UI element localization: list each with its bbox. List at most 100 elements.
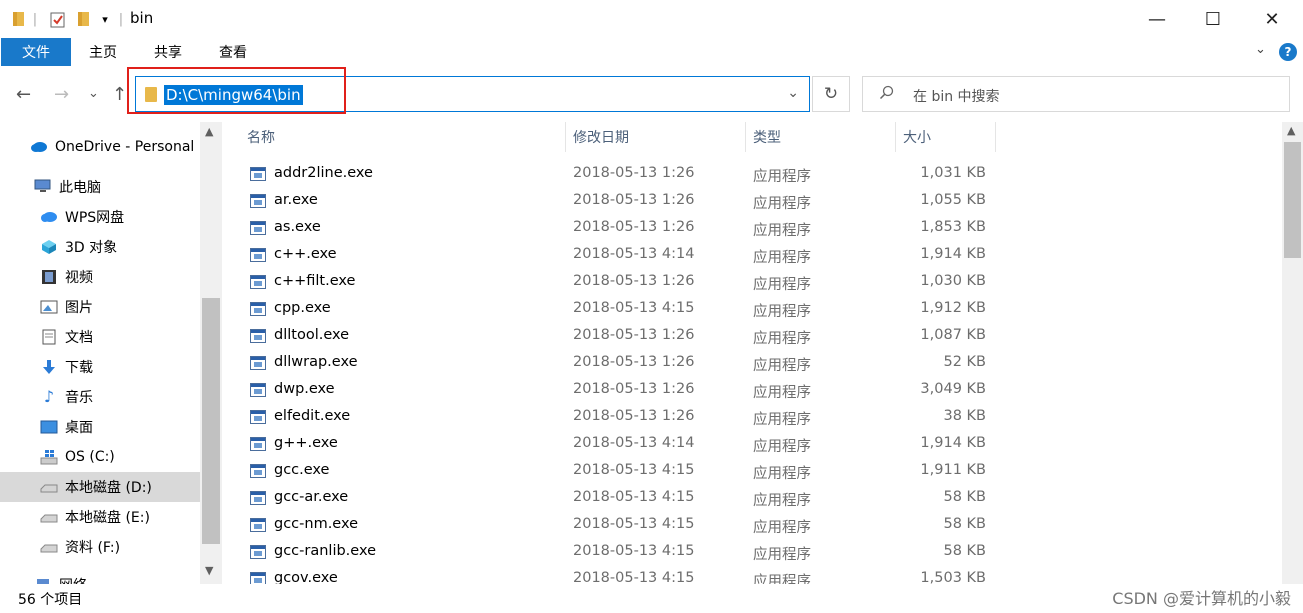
sidebar-item-pictures[interactable]: 图片 [40,292,222,322]
cube-icon [40,239,58,255]
exe-file-icon [250,518,266,532]
file-size: 38 KB [943,408,986,424]
status-bar: 56 个项目 CSDN @爱计算机的小毅 [0,584,1303,613]
exe-file-icon [250,356,266,370]
expand-ribbon-chevron-icon[interactable]: ⌄ [1255,42,1266,57]
file-list-scrollbar-thumb[interactable] [1284,142,1301,258]
tab-file[interactable]: 文件 [1,38,71,66]
sidebar-item-onedrive[interactable]: OneDrive - Personal [30,132,222,162]
sidebar-item-music[interactable]: ♪ 音乐 [40,382,222,412]
sidebar-scrollbar[interactable]: ▲ ▼ [200,122,222,584]
file-date: 2018-05-13 4:15 [573,516,695,532]
file-date: 2018-05-13 1:26 [573,381,695,397]
drive-icon [40,479,58,495]
minimize-button[interactable]: — [1128,0,1186,38]
sidebar-item-e-drive[interactable]: 本地磁盘 (E:) [40,502,222,532]
sidebar-item-label: 此电脑 [59,180,101,196]
sidebar-item-f-drive[interactable]: 资料 (F:) [40,532,222,562]
sidebar-item-label: 本地磁盘 (E:) [65,510,150,526]
file-date: 2018-05-13 4:14 [573,246,695,262]
tab-home[interactable]: 主页 [80,38,126,66]
exe-file-icon [250,275,266,289]
watermark: CSDN @爱计算机的小毅 [1112,585,1291,609]
file-row[interactable]: addr2line.exe 2018-05-13 1:26 应用程序 1,031 KB [222,161,1282,188]
column-header-name[interactable]: 名称 [247,122,567,152]
sidebar-scrollbar-thumb[interactable] [202,298,220,544]
close-button[interactable]: ✕ [1243,0,1301,38]
address-dropdown-chevron-icon[interactable]: ⌄ [787,85,799,101]
scroll-up-icon[interactable]: ▲ [1287,124,1295,137]
sidebar-item-this-pc[interactable]: 此电脑 [34,172,222,202]
sidebar-item-downloads[interactable]: 下载 [40,352,222,382]
forward-button[interactable]: → [54,84,69,105]
column-divider[interactable] [895,122,896,152]
scroll-up-icon[interactable]: ▲ [205,125,213,138]
file-type: 应用程序 [753,574,811,584]
new-folder-icon[interactable] [74,9,92,29]
scroll-down-icon[interactable]: ▼ [205,564,213,577]
folder-icon[interactable] [10,9,26,29]
file-row[interactable]: gcc-nm.exe 2018-05-13 4:15 应用程序 58 KB [222,512,1282,539]
item-count: 56 个项目 [18,592,83,608]
sidebar-item-label: 视频 [65,270,93,286]
file-row[interactable]: dllwrap.exe 2018-05-13 1:26 应用程序 52 KB [222,350,1282,377]
search-icon [879,85,894,104]
up-button[interactable]: ↑ [112,84,127,105]
column-divider[interactable] [745,122,746,152]
search-input[interactable]: 在 bin 中搜索 [862,76,1290,112]
address-bar-row: ← → ⌄ ↑ D:\C\mingw64\bin ⌄ ↻ 在 bin 中搜索 [0,66,1303,122]
tab-share[interactable]: 共享 [145,38,191,66]
file-row[interactable]: elfedit.exe 2018-05-13 1:26 应用程序 38 KB [222,404,1282,431]
file-date: 2018-05-13 4:15 [573,462,695,478]
help-icon[interactable]: ? [1279,43,1297,61]
column-divider[interactable] [565,122,566,152]
file-list-scrollbar[interactable]: ▲ [1282,122,1303,584]
maximize-button[interactable]: ☐ [1184,0,1242,38]
file-size: 58 KB [943,516,986,532]
file-row[interactable]: dlltool.exe 2018-05-13 1:26 应用程序 1,087 KB [222,323,1282,350]
sidebar-item-3d-objects[interactable]: 3D 对象 [40,232,222,262]
file-row[interactable]: gcc.exe 2018-05-13 4:15 应用程序 1,911 KB [222,458,1282,485]
file-row[interactable]: gcc-ranlib.exe 2018-05-13 4:15 应用程序 58 KB [222,539,1282,566]
column-header-type[interactable]: 类型 [753,122,893,152]
customize-toolbar-chevron-icon[interactable]: ▾ [98,9,112,29]
file-row[interactable]: gcov.exe 2018-05-13 4:15 应用程序 1,503 KB [222,566,1282,584]
properties-icon[interactable] [48,9,68,29]
file-type: 应用程序 [753,169,811,185]
sidebar-item-desktop[interactable]: 桌面 [40,412,222,442]
column-divider[interactable] [995,122,996,152]
file-row[interactable]: gcc-ar.exe 2018-05-13 4:15 应用程序 58 KB [222,485,1282,512]
file-row[interactable]: dwp.exe 2018-05-13 1:26 应用程序 3,049 KB [222,377,1282,404]
sidebar-item-label: 网络 [59,575,87,584]
file-row[interactable]: ar.exe 2018-05-13 1:26 应用程序 1,055 KB [222,188,1282,215]
sidebar-item-c-drive[interactable]: OS (C:) [40,442,222,472]
tab-view[interactable]: 查看 [210,38,256,66]
sidebar-item-label: 资料 (F:) [65,540,121,556]
sidebar-item-label: 文档 [65,330,93,346]
column-header-label: 修改日期 [573,130,629,146]
download-icon [40,359,58,375]
sidebar-item-d-drive[interactable]: 本地磁盘 (D:) [0,472,200,502]
back-button[interactable]: ← [16,84,31,105]
exe-file-icon [250,437,266,451]
file-size: 1,853 KB [920,219,986,235]
file-name: dlltool.exe [274,327,350,343]
column-header-date[interactable]: 修改日期 [573,122,743,152]
file-type: 应用程序 [753,412,811,428]
sidebar-item-wps-cloud[interactable]: WPS网盘 [40,202,222,232]
file-row[interactable]: as.exe 2018-05-13 1:26 应用程序 1,853 KB [222,215,1282,242]
sidebar-item-network[interactable]: 网络 [34,570,222,584]
sidebar-item-videos[interactable]: 视频 [40,262,222,292]
document-icon [40,329,58,345]
file-row[interactable]: c++filt.exe 2018-05-13 1:26 应用程序 1,030 KB [222,269,1282,296]
column-header-size[interactable]: 大小 [903,122,993,152]
recent-locations-chevron-icon[interactable]: ⌄ [88,86,99,101]
file-name: elfedit.exe [274,408,351,424]
column-header-label: 类型 [753,130,781,146]
file-row[interactable]: c++.exe 2018-05-13 4:14 应用程序 1,914 KB [222,242,1282,269]
file-row[interactable]: cpp.exe 2018-05-13 4:15 应用程序 1,912 KB [222,296,1282,323]
sidebar-item-documents[interactable]: 文档 [40,322,222,352]
file-row[interactable]: g++.exe 2018-05-13 4:14 应用程序 1,914 KB [222,431,1282,458]
refresh-button[interactable]: ↻ [812,76,850,112]
file-name: gcc-nm.exe [274,516,359,532]
